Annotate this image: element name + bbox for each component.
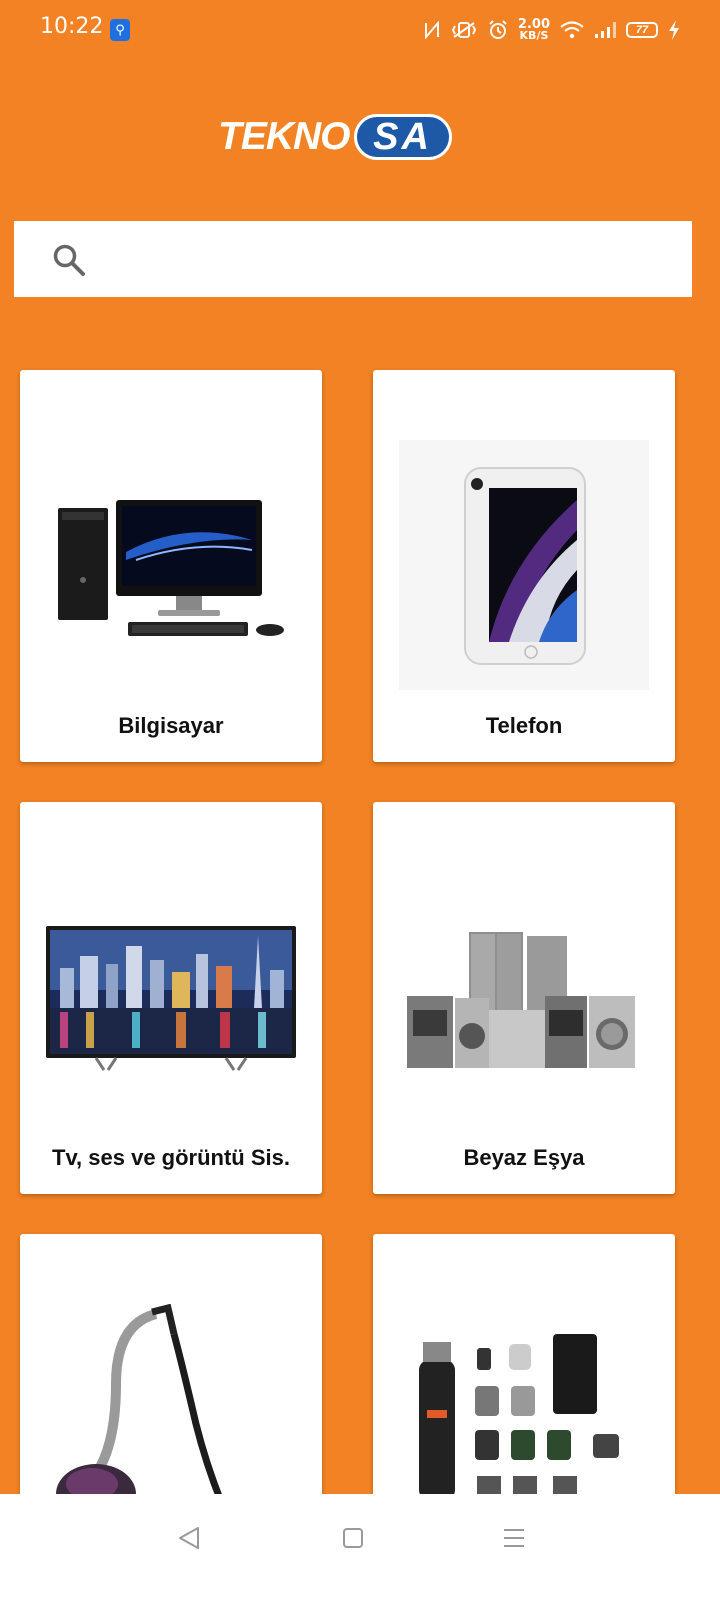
battery-icon: 77	[626, 22, 658, 38]
logo-accent: SA	[353, 114, 452, 160]
appliances-image	[407, 932, 635, 1068]
nfc-icon	[424, 21, 439, 39]
search-bar[interactable]	[14, 221, 692, 297]
alarm-icon	[489, 20, 507, 39]
network-speed: 2.00 KB/S	[518, 18, 550, 42]
status-time: 10:22	[40, 14, 104, 39]
charging-icon	[669, 20, 679, 40]
category-label: Tv, ses ve görüntü Sis.	[52, 1145, 290, 1170]
grooming-kit-image	[419, 1334, 619, 1500]
category-label: Bilgisayar	[118, 713, 224, 738]
status-bar: 10:22 ⚲ 2.00 KB/S 77	[0, 0, 720, 60]
signal-icon	[595, 22, 616, 38]
vacuum-cleaner-image	[56, 1304, 226, 1504]
system-nav-bar	[0, 1494, 720, 1600]
television-image	[46, 926, 296, 1071]
category-label: Telefon	[485, 713, 563, 738]
desktop-computer-image	[58, 500, 284, 636]
home-icon[interactable]	[333, 1518, 373, 1558]
back-icon[interactable]	[170, 1518, 210, 1558]
menu-icon[interactable]	[494, 1518, 534, 1558]
search-icon[interactable]	[52, 243, 86, 277]
status-icons: 2.00 KB/S 77	[424, 17, 680, 43]
wifi-icon	[560, 21, 584, 39]
logo-text: TEKNO	[218, 115, 350, 158]
vibrate-icon	[451, 22, 477, 38]
teknosa-logo: TEKNO SA	[218, 113, 452, 161]
speed-unit: KB/S	[519, 29, 549, 42]
category-card-tv[interactable]: Tv, ses ve görüntü Sis.	[20, 802, 322, 1194]
category-card-bilgisayar[interactable]: Bilgisayar	[20, 370, 322, 762]
usb-icon: ⚲	[110, 19, 130, 41]
category-card-telefon[interactable]: Telefon	[373, 370, 675, 762]
category-label: Beyaz Eşya	[463, 1145, 585, 1170]
category-card-beyaz-esya[interactable]: Beyaz Eşya	[373, 802, 675, 1194]
search-input[interactable]	[104, 239, 674, 279]
smartphone-image	[399, 440, 649, 690]
